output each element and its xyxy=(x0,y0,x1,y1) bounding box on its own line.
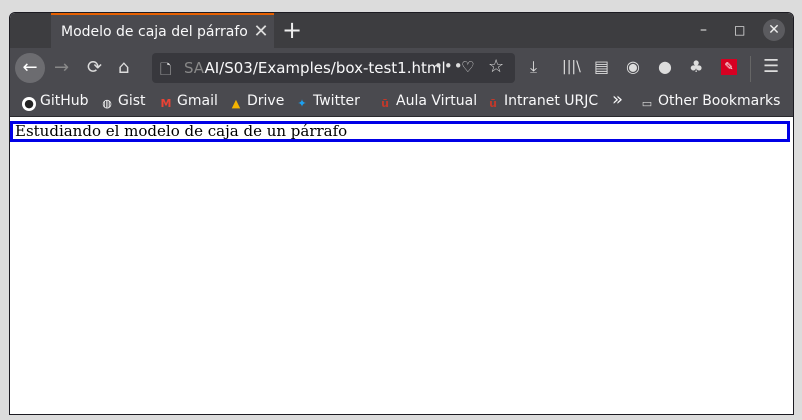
account-icon[interactable]: ◉ xyxy=(626,57,640,77)
bookmark-label: Drive xyxy=(247,93,285,109)
gmail-icon: M xyxy=(160,97,172,110)
github-extension-icon[interactable]: ● xyxy=(658,57,672,77)
url-bar[interactable]: 🗋 SAAI/S03/Examples/box-test1.html ••• ♡… xyxy=(152,53,515,83)
library-icon[interactable]: |||\ xyxy=(562,57,581,77)
tab-close-icon[interactable]: ✕ xyxy=(248,21,274,42)
bookmark-label: Intranet URJC xyxy=(504,93,599,109)
bookmark-label: Gmail xyxy=(177,93,218,109)
bookmark-intranet-urjc[interactable]: ū Intranet URJC xyxy=(486,93,598,111)
page-actions-icon[interactable]: ••• xyxy=(434,57,464,75)
urjc-icon: ū xyxy=(381,97,389,110)
urjc-icon: ū xyxy=(489,97,497,110)
navigation-toolbar: ← → ⟳ ⌂ 🗋 SAAI/S03/Examples/box-test1.ht… xyxy=(10,48,793,88)
page-icon: 🗋 xyxy=(160,62,172,78)
drive-icon: ▲ xyxy=(231,97,241,110)
maximize-button[interactable]: □ xyxy=(734,23,745,37)
bookmark-drive[interactable]: ▲ Drive xyxy=(229,93,285,111)
page-content: Estudiando el modelo de caja de un párra… xyxy=(10,117,793,413)
devtools-extension-icon[interactable]: ✎ xyxy=(721,59,737,75)
bookmarks-overflow-icon[interactable]: » xyxy=(612,89,623,110)
other-bookmarks[interactable]: ▭ Other Bookmarks xyxy=(640,93,781,111)
bookmark-label: Twitter xyxy=(313,93,360,109)
new-tab-button[interactable]: + xyxy=(282,16,302,44)
bookmark-label: GitHub xyxy=(40,93,89,109)
globe-icon: ◍ xyxy=(102,97,112,110)
window-close-button[interactable]: ✕ xyxy=(763,19,785,41)
sidebar-icon[interactable]: ▤ xyxy=(594,57,609,77)
gnome-extension-icon[interactable]: ♣ xyxy=(689,57,703,77)
tab-title: Modelo de caja del párrafo xyxy=(61,23,248,40)
url-main-text: AI/S03/Examples/box-test1.html xyxy=(204,59,446,77)
folder-icon: ▭ xyxy=(641,97,653,110)
downloads-icon[interactable]: ⤓ xyxy=(530,57,537,77)
bookmark-star-icon[interactable]: ☆ xyxy=(488,56,504,77)
title-bar: Modelo de caja del párrafo ✕ + – □ ✕ xyxy=(10,13,793,48)
bookmark-aula-virtual[interactable]: ū Aula Virtual xyxy=(378,93,477,111)
box-model-paragraph: Estudiando el modelo de caja de un párra… xyxy=(10,121,790,142)
toolbar-separator xyxy=(750,56,751,82)
browser-window: Modelo de caja del párrafo ✕ + – □ ✕ ← →… xyxy=(9,12,794,415)
reload-button[interactable]: ⟳ xyxy=(87,58,102,78)
other-bookmarks-label: Other Bookmarks xyxy=(658,93,781,109)
home-button[interactable]: ⌂ xyxy=(118,58,129,78)
bookmark-twitter[interactable]: ✦ Twitter xyxy=(295,93,360,111)
bookmark-gist[interactable]: ◍ Gist xyxy=(100,93,146,111)
menu-icon[interactable]: ☰ xyxy=(763,57,779,77)
bookmark-gmail[interactable]: M Gmail xyxy=(159,93,218,111)
pocket-icon[interactable]: ♡ xyxy=(461,58,474,76)
bookmark-github[interactable]: ● GitHub xyxy=(22,93,89,111)
bookmarks-toolbar: ● GitHub ◍ Gist M Gmail ▲ Drive ✦ Twitter ū Au… xyxy=(10,88,793,117)
twitter-icon: ✦ xyxy=(297,97,307,110)
url-text[interactable]: SAAI/S03/Examples/box-test1.html xyxy=(184,59,446,77)
forward-button[interactable]: → xyxy=(54,58,69,78)
bookmark-label: Gist xyxy=(118,93,146,109)
back-button[interactable]: ← xyxy=(15,53,45,83)
bookmark-label: Aula Virtual xyxy=(396,93,478,109)
github-icon: ● xyxy=(22,97,36,111)
minimize-button[interactable]: – xyxy=(700,22,707,38)
url-dim-text: SA xyxy=(184,59,205,77)
tab-active[interactable]: Modelo de caja del párrafo ✕ xyxy=(51,13,274,48)
